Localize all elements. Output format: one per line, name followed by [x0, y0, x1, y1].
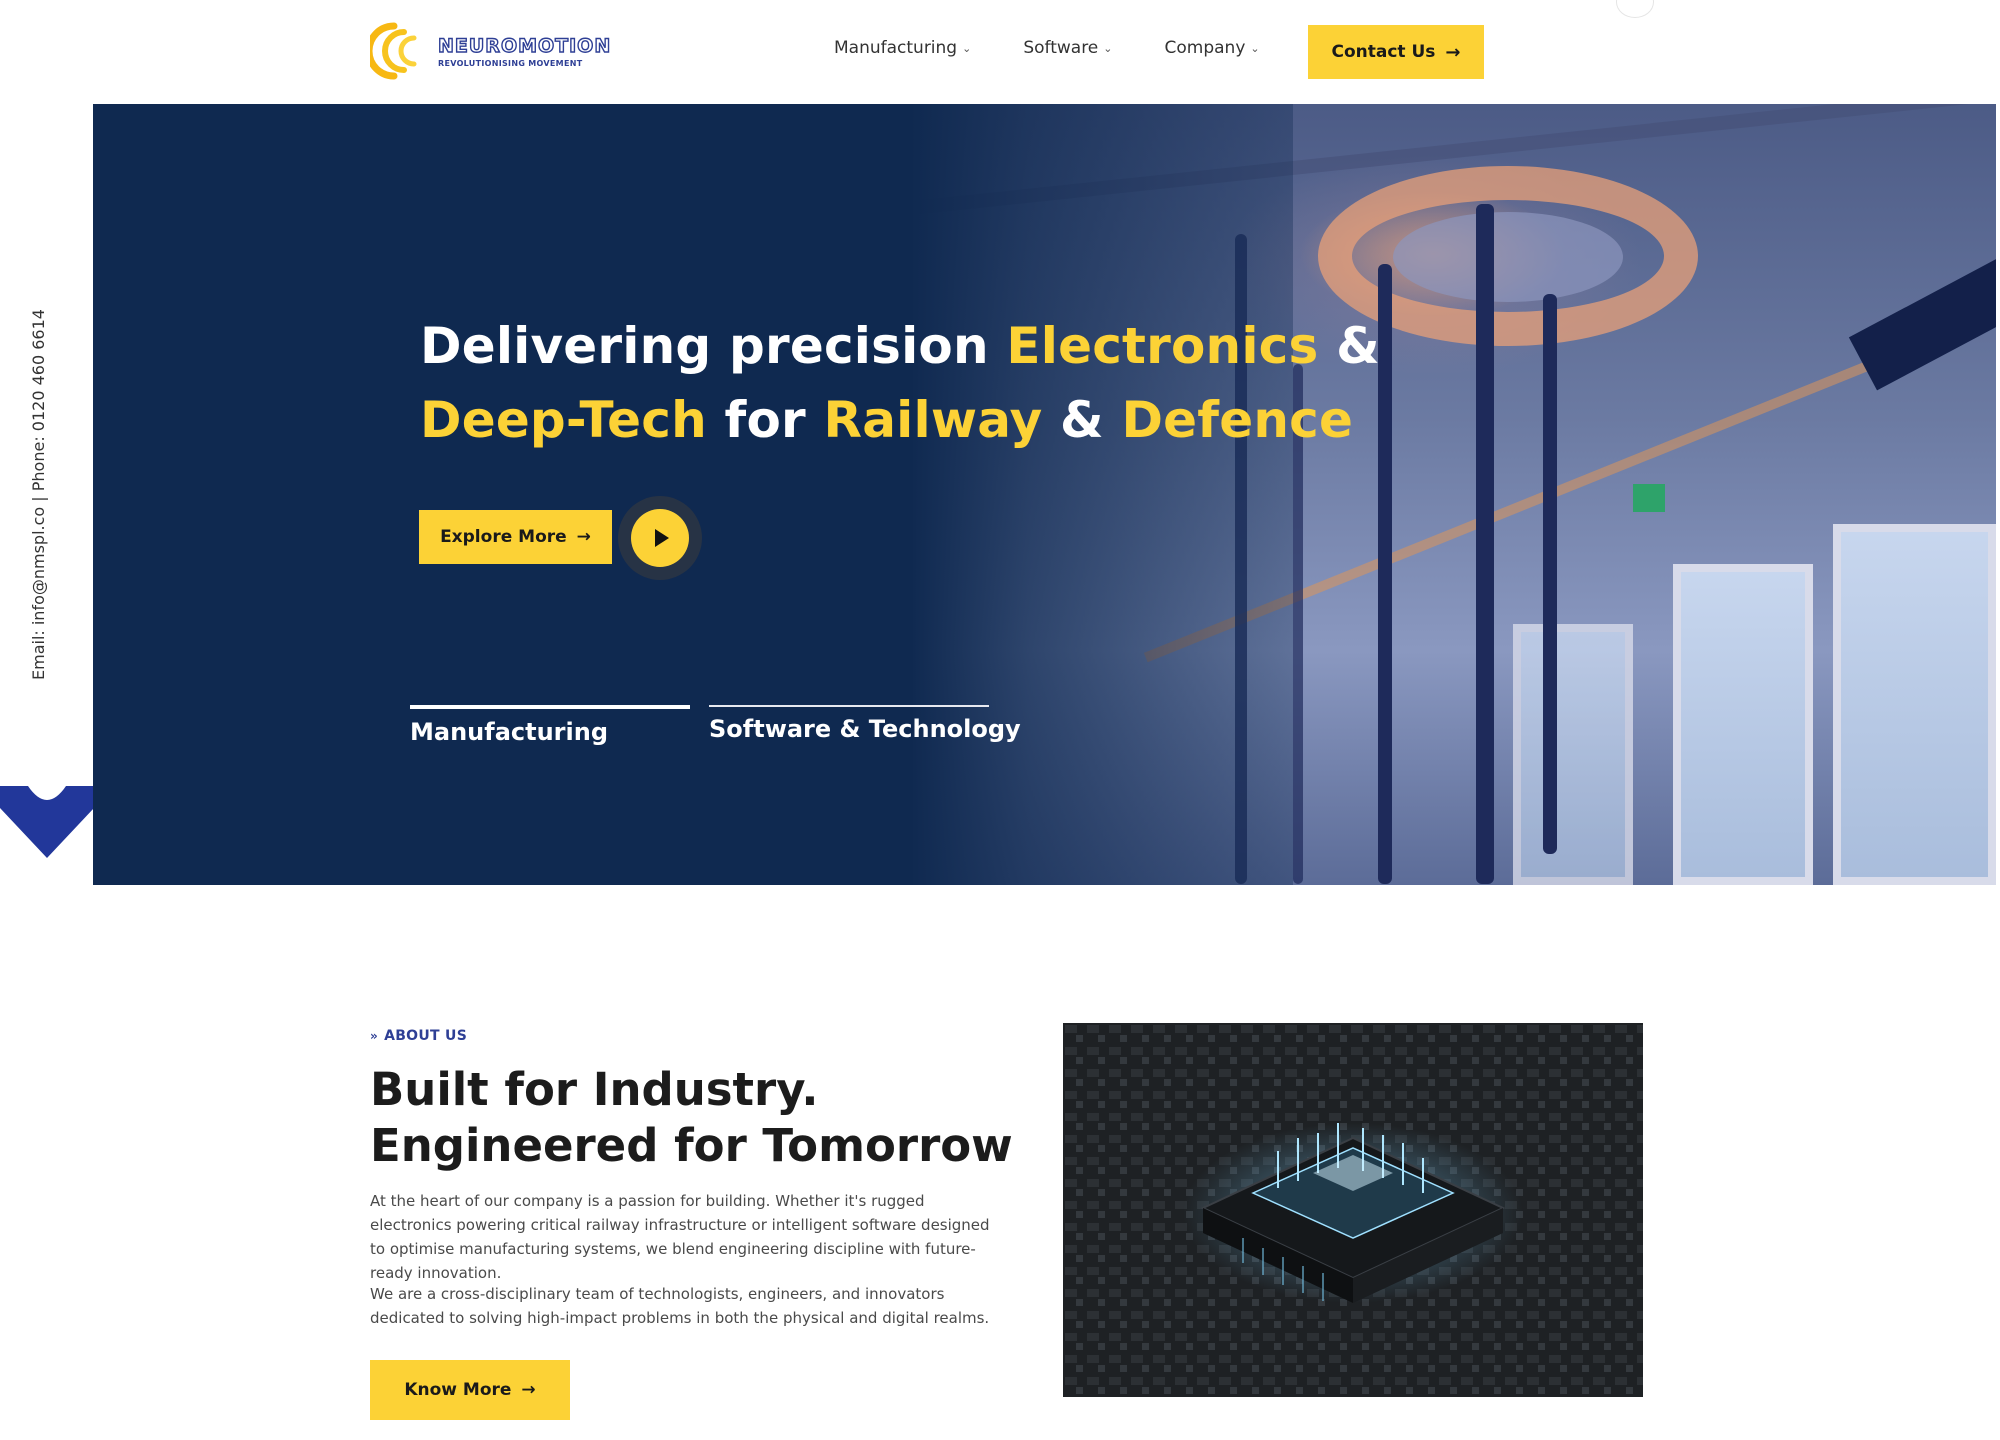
logo[interactable]: NEUROMOTION REVOLUTIONISING MOVEMENT: [365, 20, 612, 82]
hero-section: Delivering precision Electronics & Deep-…: [93, 104, 1996, 885]
nav-item-company[interactable]: Company ⌄: [1165, 38, 1260, 58]
logo-name: NEUROMOTION: [437, 34, 612, 57]
double-chevron-icon: »: [370, 1029, 379, 1043]
about-kicker-label: ABOUT US: [384, 1028, 468, 1044]
hero-title: Delivering precision Electronics & Deep-…: [420, 309, 1380, 457]
about-paragraph-1: At the heart of our company is a passion…: [370, 1192, 990, 1282]
play-circle: [631, 509, 689, 567]
site-header: NEUROMOTION REVOLUTIONISING MOVEMENT Man…: [0, 0, 2000, 104]
logo-tagline: REVOLUTIONISING MOVEMENT: [438, 58, 583, 68]
know-more-label: Know More: [404, 1380, 512, 1400]
nav-label: Manufacturing: [834, 38, 958, 58]
handrail-pole: [1378, 264, 1392, 884]
about-paragraph-2: We are a cross-disciplinary team of tech…: [370, 1285, 990, 1327]
explore-more-label: Explore More: [440, 527, 567, 547]
main-nav: Manufacturing ⌄ Software ⌄ Company ⌄: [834, 38, 1312, 58]
train-window: [1513, 624, 1633, 885]
nav-item-manufacturing[interactable]: Manufacturing ⌄: [834, 38, 971, 58]
hero-highlight: Deep-Tech: [420, 391, 707, 449]
contact-us-button[interactable]: Contact Us →: [1308, 25, 1484, 79]
chevron-down-icon: ⌄: [1103, 41, 1113, 55]
chevron-down-icon[interactable]: [0, 786, 94, 858]
play-video-button[interactable]: [618, 496, 702, 580]
know-more-button[interactable]: Know More →: [370, 1360, 570, 1420]
tab-indicator: [709, 705, 989, 707]
chevron-down-icon: ⌄: [962, 41, 972, 55]
explore-more-button[interactable]: Explore More →: [419, 510, 612, 564]
handrail-pole: [1543, 294, 1557, 854]
arrow-right-icon: →: [1445, 41, 1461, 63]
nav-label: Company: [1164, 38, 1246, 58]
hero-overlay: [93, 104, 1293, 885]
exit-sign-icon: [1633, 484, 1665, 512]
about-chip-image: [1063, 1023, 1643, 1397]
chevron-down-icon: ⌄: [1250, 41, 1260, 55]
about-kicker: » ABOUT US: [370, 1028, 467, 1044]
arrow-right-icon: →: [576, 527, 591, 547]
side-contact-info: Email: info@nmspl.co | Phone: 0120 460 6…: [29, 309, 48, 680]
contact-us-label: Contact Us: [1331, 42, 1436, 62]
tab-active-indicator: [410, 705, 690, 709]
scroll-indicator-icon[interactable]: [1616, 0, 1654, 18]
about-title: Built for Industry. Engineered for Tomor…: [370, 1062, 1030, 1174]
hero-text: for: [706, 391, 824, 449]
hero-highlight: Electronics: [1006, 317, 1319, 375]
hero-title-line1: Delivering precision Electronics &: [420, 309, 1380, 383]
hero-title-line2: Deep-Tech for Railway & Defence: [420, 383, 1380, 457]
hero-highlight: Railway: [823, 391, 1043, 449]
info-display-panel: [1848, 257, 1996, 391]
nav-item-software[interactable]: Software ⌄: [1023, 38, 1112, 58]
train-window: [1673, 564, 1813, 885]
about-title-line1: Built for Industry.: [370, 1063, 819, 1116]
logo-mark-icon: [365, 20, 430, 82]
about-title-line2: Engineered for Tomorrow: [370, 1119, 1013, 1172]
train-window: [1833, 524, 1996, 885]
arrow-right-icon: →: [521, 1380, 536, 1400]
hero-highlight: Defence: [1121, 391, 1354, 449]
nav-label: Software: [1023, 38, 1099, 58]
ceiling-disc: [1393, 212, 1623, 302]
handrail-pole: [1476, 204, 1494, 884]
tab-manufacturing[interactable]: Manufacturing: [410, 718, 608, 746]
play-icon: [655, 529, 669, 547]
hero-text: Delivering precision: [420, 317, 1007, 375]
hero-text: &: [1318, 317, 1380, 375]
hero-text: &: [1042, 391, 1122, 449]
tab-software-technology[interactable]: Software & Technology: [709, 715, 1021, 743]
